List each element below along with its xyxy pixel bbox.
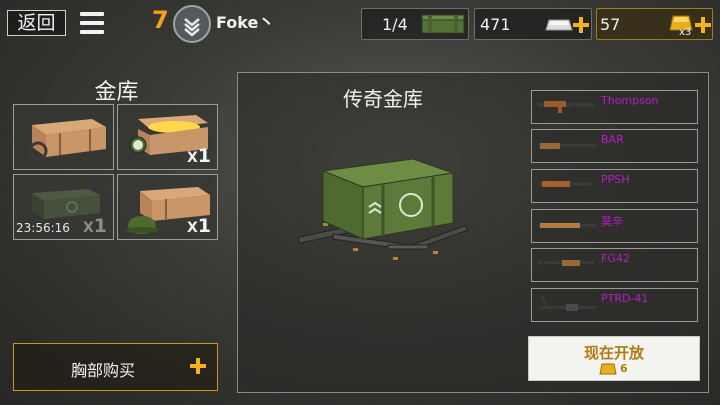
weapon-name: Thompson xyxy=(601,94,659,107)
open-now-button[interactable]: 现在开放 6 xyxy=(528,336,700,381)
rank-chevron-icon[interactable] xyxy=(173,5,211,43)
ptrd41-icon xyxy=(540,295,596,311)
weapon-name: FG42 xyxy=(601,252,630,265)
legendary-vault-title: 传奇金库 xyxy=(343,87,423,111)
crates-counter[interactable]: 1/4 xyxy=(361,8,469,40)
weapon-item-ptrd41[interactable]: PTRD-41 xyxy=(531,288,698,322)
weapon-item-bar[interactable]: BAR xyxy=(531,129,698,163)
gold-bar-icon xyxy=(599,363,617,375)
vault-slot-2[interactable]: X1 xyxy=(117,104,218,170)
slot-count: X1 xyxy=(82,215,107,237)
back-button[interactable]: 返回 xyxy=(7,10,66,36)
gold-counter[interactable]: 57 x3 xyxy=(596,8,713,40)
unlock-timer: 23:56:16 xyxy=(16,221,70,235)
mosin-rifle-icon xyxy=(538,223,596,228)
gold-amount: 57 xyxy=(600,15,621,34)
add-silver-icon[interactable] xyxy=(573,17,589,33)
weapon-item-ppsh[interactable]: PPSH xyxy=(531,169,698,203)
weapon-item-thompson[interactable]: Thompson xyxy=(531,90,698,124)
weapon-name: BAR xyxy=(601,133,624,146)
open-now-label: 现在开放 xyxy=(583,344,644,362)
legendary-crate-icon[interactable] xyxy=(293,153,483,263)
crate-icon xyxy=(421,14,465,34)
weapon-name: 莫辛 xyxy=(601,215,623,228)
slot-count: X1 xyxy=(186,215,211,237)
weapon-name: PTRD-41 xyxy=(601,292,649,305)
weapon-item-fg42[interactable]: FG42 xyxy=(531,248,698,282)
slot-count: X1 xyxy=(186,145,211,167)
vault-slot-3[interactable]: 23:56:16 X1 xyxy=(13,174,114,240)
gold-multiplier: x3 xyxy=(679,27,692,38)
menu-icon[interactable] xyxy=(80,12,104,34)
weapon-name: PPSH xyxy=(601,173,630,186)
player-level: 7 xyxy=(152,6,169,34)
top-bar: 返回 7 Foke丶 1/4 471 57 x3 xyxy=(0,0,720,46)
player-name: Foke丶 xyxy=(216,13,275,32)
silver-amount: 471 xyxy=(480,15,511,34)
bar-rifle-icon xyxy=(538,143,596,152)
legendary-vault-panel: 传奇金库 Thompson BAR PPSH 莫辛 FG42 PTRD-41 现… xyxy=(237,72,709,393)
plus-icon xyxy=(190,358,212,380)
thompson-icon xyxy=(538,101,594,115)
buy-chest-label: 胸部购买 xyxy=(70,361,135,380)
wooden-crate-icon xyxy=(28,119,106,161)
buy-chest-button[interactable]: 胸部购买 xyxy=(13,343,218,391)
weapon-item-mosin[interactable]: 莫辛 xyxy=(531,209,698,243)
fg42-icon xyxy=(538,260,594,272)
silver-counter[interactable]: 471 xyxy=(474,8,592,40)
ppsh-icon xyxy=(538,181,592,194)
add-gold-icon[interactable] xyxy=(695,17,711,33)
open-cost: 6 xyxy=(620,362,628,375)
silver-bar-icon xyxy=(545,19,573,31)
vault-slot-4[interactable]: X1 xyxy=(117,174,218,240)
vault-title: 金库 xyxy=(94,80,139,105)
crates-count: 1/4 xyxy=(382,15,408,34)
vault-slot-1[interactable] xyxy=(13,104,114,170)
